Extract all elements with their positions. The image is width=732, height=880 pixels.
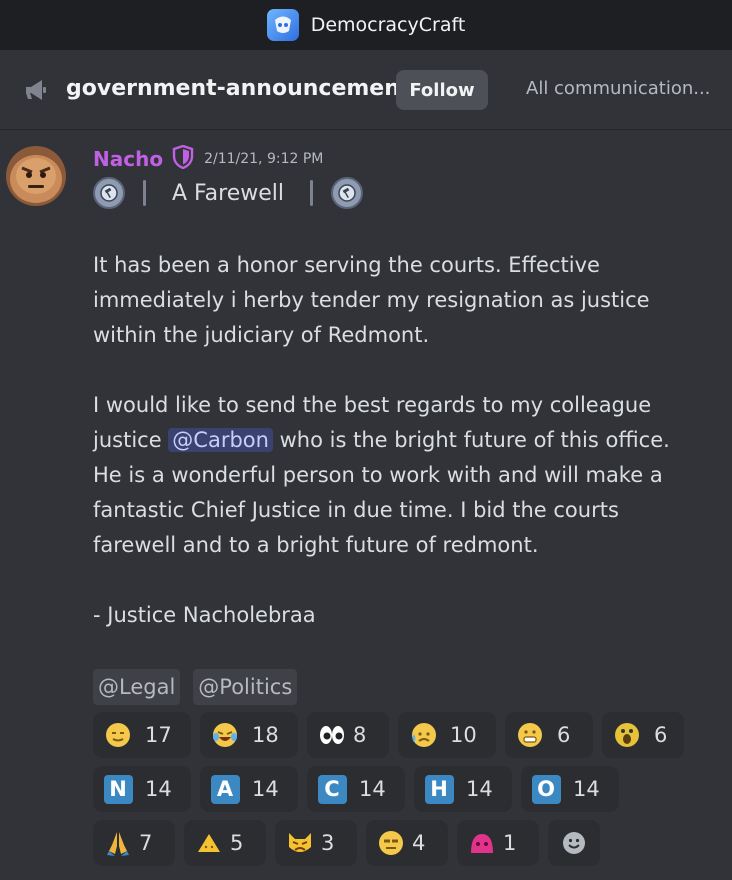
user-mention[interactable]: @Carbon	[168, 428, 273, 452]
sad-tear-face-icon	[408, 720, 438, 750]
role-mention-legal[interactable]: @Legal	[93, 669, 181, 705]
title-divider	[310, 180, 314, 206]
message-title-line: A Farewell	[93, 177, 364, 209]
yellow-face-icon	[103, 720, 133, 750]
reaction-count: 14	[145, 777, 172, 801]
reaction-row: 17 18 8 10 6 6	[93, 712, 713, 758]
channel-topic[interactable]: All communication...	[526, 78, 710, 99]
reaction-pill[interactable]: N 14	[93, 766, 191, 812]
regional-c-icon: C	[317, 774, 347, 804]
message-paragraph: I would like to send the best regards to…	[93, 388, 703, 563]
add-reaction-icon	[559, 828, 589, 858]
regional-o-icon: O	[531, 774, 561, 804]
reaction-pill[interactable]: C 14	[307, 766, 405, 812]
letter-tile: H	[424, 774, 454, 804]
eyes-icon	[317, 720, 347, 750]
announcement-channel-icon	[22, 76, 50, 108]
grimacing-face-icon	[515, 720, 545, 750]
title-divider	[143, 180, 146, 206]
reaction-pill[interactable]: O 14	[521, 766, 619, 812]
reaction-pill[interactable]: A 14	[200, 766, 298, 812]
moderator-shield-icon	[172, 144, 194, 173]
reaction-row: 7 5 3 4 1	[93, 820, 713, 866]
reaction-pill[interactable]: 4	[366, 820, 448, 866]
pink-blob-icon	[467, 828, 497, 858]
reaction-count: 18	[252, 723, 279, 747]
regional-h-icon: H	[424, 774, 454, 804]
reaction-pill[interactable]: H 14	[414, 766, 512, 812]
reaction-count: 14	[573, 777, 600, 801]
letter-tile: N	[103, 774, 133, 804]
follow-button[interactable]: Follow	[396, 70, 488, 110]
role-mention-politics[interactable]: @Politics	[193, 669, 298, 705]
reaction-pill[interactable]: 6	[505, 712, 593, 758]
folded-hands-icon	[103, 828, 133, 858]
role-mentions: @Legal @Politics	[93, 669, 310, 705]
reaction-count: 7	[139, 831, 153, 855]
avatar[interactable]	[6, 146, 66, 206]
reaction-pill[interactable]: 17	[93, 712, 191, 758]
reaction-count: 17	[145, 723, 172, 747]
reaction-count: 6	[654, 723, 668, 747]
angry-cat-icon	[285, 828, 315, 858]
reaction-count: 8	[353, 723, 367, 747]
reaction-pill[interactable]: 18	[200, 712, 298, 758]
reaction-count: 1	[503, 831, 517, 855]
crying-laughing-face-icon	[210, 720, 240, 750]
reaction-count: 4	[412, 831, 426, 855]
reaction-count: 5	[230, 831, 244, 855]
reactions-area: 17 18 8 10 6 6 N 14 A 14 C 14 H 14 O 14 …	[93, 712, 713, 874]
reaction-count: 6	[557, 723, 571, 747]
reaction-count: 14	[359, 777, 386, 801]
reaction-count: 10	[450, 723, 477, 747]
court-seal-icon	[331, 177, 364, 209]
message-signature: - Justice Nacholebraa	[93, 603, 316, 627]
reaction-pill[interactable]: 5	[184, 820, 266, 866]
message-header: Nacho 2/11/21, 9:12 PM	[93, 144, 323, 173]
letter-tile: C	[317, 774, 347, 804]
letter-tile: A	[210, 774, 240, 804]
reaction-count: 3	[321, 831, 335, 855]
add-reaction-button[interactable]	[548, 820, 600, 866]
channel-header: government-announcements Follow All comm…	[0, 50, 732, 130]
reaction-pill[interactable]: 8	[307, 712, 389, 758]
regional-n-icon: N	[103, 774, 133, 804]
post-title: A Farewell	[172, 180, 285, 206]
reaction-pill[interactable]: 10	[398, 712, 496, 758]
reaction-pill[interactable]: 6	[602, 712, 684, 758]
letter-tile: O	[531, 774, 561, 804]
court-seal-icon	[93, 177, 125, 209]
channel-name: government-announcements	[66, 76, 424, 101]
democracycraft-logo-icon	[266, 9, 299, 41]
author-name[interactable]: Nacho	[93, 147, 163, 171]
message-body: It has been a honor serving the courts. …	[93, 248, 703, 633]
reaction-pill[interactable]: 7	[93, 820, 175, 866]
warning-triangle-face-icon	[194, 828, 224, 858]
reaction-row: N 14 A 14 C 14 H 14 O 14	[93, 766, 713, 812]
reaction-pill[interactable]: 1	[457, 820, 539, 866]
surprised-face-icon	[612, 720, 642, 750]
app-title: DemocracyCraft	[310, 14, 466, 36]
reaction-pill[interactable]: 3	[275, 820, 357, 866]
unamused-face-icon	[376, 828, 406, 858]
regional-a-icon: A	[210, 774, 240, 804]
message-timestamp[interactable]: 2/11/21, 9:12 PM	[204, 151, 323, 167]
message-paragraph: It has been a honor serving the courts. …	[93, 253, 650, 347]
reaction-count: 14	[252, 777, 279, 801]
reaction-count: 14	[466, 777, 493, 801]
title-bar: DemocracyCraft	[0, 0, 732, 50]
